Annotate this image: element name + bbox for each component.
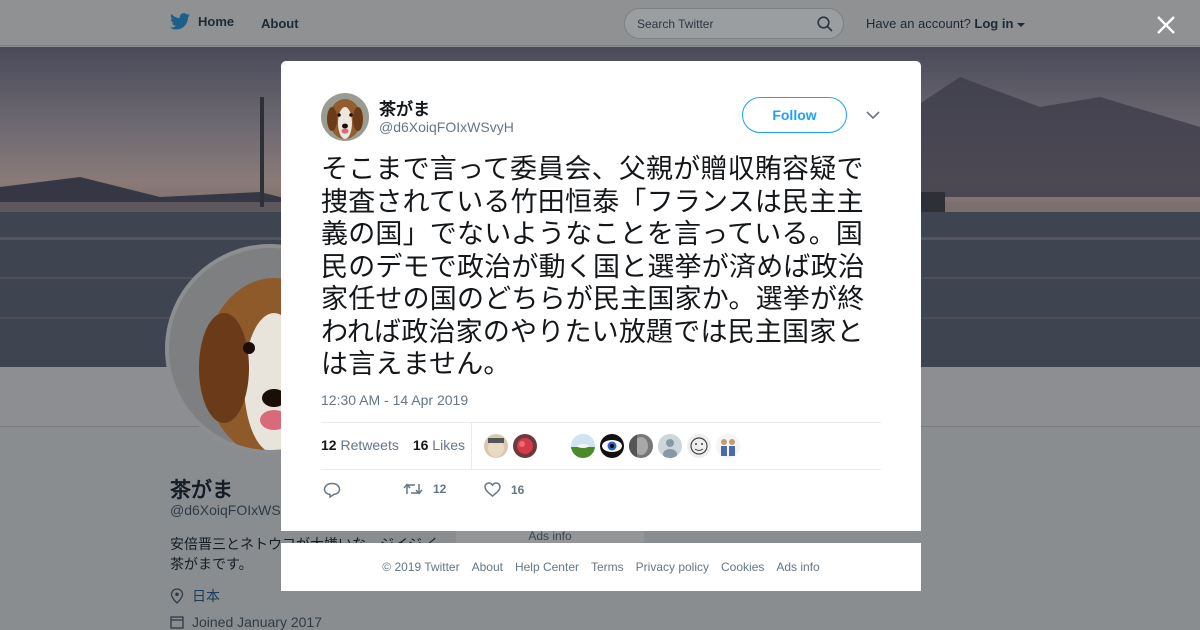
likes-count: 16 bbox=[412, 437, 429, 453]
search-placeholder: Search Twitter bbox=[637, 17, 714, 31]
nav-home-label: Home bbox=[198, 14, 235, 29]
liker-avatar[interactable] bbox=[629, 434, 653, 458]
likes-label: Likes bbox=[432, 437, 465, 453]
login-prompt: Have an account? Log in bbox=[866, 16, 1026, 31]
have-account-text: Have an account? bbox=[866, 16, 971, 31]
tweet-stats: 12 Retweets 16 Likes bbox=[321, 437, 465, 453]
top-navigation-bar: Home About Search Twitter Have an accoun… bbox=[0, 0, 1200, 46]
retweets-stat[interactable]: 12 Retweets bbox=[321, 437, 399, 453]
location-pin-icon bbox=[170, 588, 184, 604]
reply-button[interactable] bbox=[323, 482, 341, 498]
retweet-button[interactable]: 12 bbox=[403, 482, 446, 496]
retweets-label: Retweets bbox=[340, 437, 399, 453]
profile-location-label: 日本 bbox=[192, 588, 220, 604]
search-input[interactable]: Search Twitter bbox=[624, 8, 844, 39]
liker-avatar[interactable] bbox=[571, 434, 595, 458]
retweet-count: 12 bbox=[433, 482, 447, 496]
footer-link-terms[interactable]: Terms bbox=[591, 560, 624, 574]
divider bbox=[321, 469, 881, 470]
footer-link-cookies[interactable]: Cookies bbox=[721, 560, 764, 574]
divider bbox=[321, 422, 881, 423]
reply-icon bbox=[323, 482, 341, 498]
dog-avatar-image bbox=[321, 93, 369, 141]
tweet-text: そこまで言って委員会、父親が贈収賄容疑で捜査されている竹田恒泰「フランスは民主主… bbox=[321, 154, 865, 379]
tweet-actions: 12 16 bbox=[321, 482, 621, 502]
footer-link-privacy[interactable]: Privacy policy bbox=[636, 560, 709, 574]
tweet-permalink-modal: 茶がま @d6XoiqFOIxWSvyH Follow そこまで言って委員会、父… bbox=[281, 61, 921, 531]
stats-divider bbox=[471, 423, 472, 469]
nav-about[interactable]: About bbox=[261, 16, 299, 31]
liker-avatar[interactable] bbox=[484, 434, 508, 458]
like-button[interactable]: 16 bbox=[484, 482, 524, 497]
author-name[interactable]: 茶がま bbox=[379, 95, 430, 120]
footer-link-help-center[interactable]: Help Center bbox=[515, 560, 579, 574]
footer-link-about[interactable]: About bbox=[472, 560, 503, 574]
like-count: 16 bbox=[511, 482, 525, 497]
profile-joined-date: Joined January 2017 bbox=[170, 614, 322, 630]
footer-link-ads-info[interactable]: Ads info bbox=[776, 560, 819, 574]
author-avatar[interactable] bbox=[321, 93, 369, 141]
profile-location[interactable]: 日本 bbox=[170, 586, 220, 606]
close-icon[interactable] bbox=[1153, 12, 1179, 38]
follow-button[interactable]: Follow bbox=[742, 97, 847, 133]
heart-icon bbox=[484, 482, 501, 497]
liker-avatar[interactable] bbox=[658, 434, 682, 458]
tweet-timestamp[interactable]: 12:30 AM - 14 Apr 2019 bbox=[321, 392, 468, 408]
twitter-bird-icon bbox=[170, 13, 190, 30]
chevron-down-icon[interactable] bbox=[866, 111, 880, 120]
caret-down-icon[interactable] bbox=[1017, 22, 1026, 28]
liker-avatar[interactable] bbox=[716, 434, 740, 458]
liker-avatar[interactable] bbox=[600, 434, 624, 458]
profile-name[interactable]: 茶がま bbox=[170, 474, 233, 504]
search-icon[interactable] bbox=[817, 16, 833, 32]
author-handle[interactable]: @d6XoiqFOIxWSvyH bbox=[379, 119, 514, 135]
login-link[interactable]: Log in bbox=[974, 16, 1013, 31]
retweet-icon bbox=[403, 483, 423, 495]
calendar-icon bbox=[170, 616, 184, 629]
footer-copyright: © 2019 Twitter bbox=[382, 560, 460, 574]
joined-label: Joined January 2017 bbox=[192, 614, 322, 630]
liker-avatar[interactable] bbox=[687, 434, 711, 458]
nav-home[interactable]: Home bbox=[170, 13, 234, 30]
retweets-count: 12 bbox=[321, 437, 337, 453]
likes-stat[interactable]: 16 Likes bbox=[413, 437, 465, 453]
liker-avatar[interactable] bbox=[513, 434, 537, 458]
modal-footer: © 2019 Twitter About Help Center Terms P… bbox=[281, 543, 921, 591]
